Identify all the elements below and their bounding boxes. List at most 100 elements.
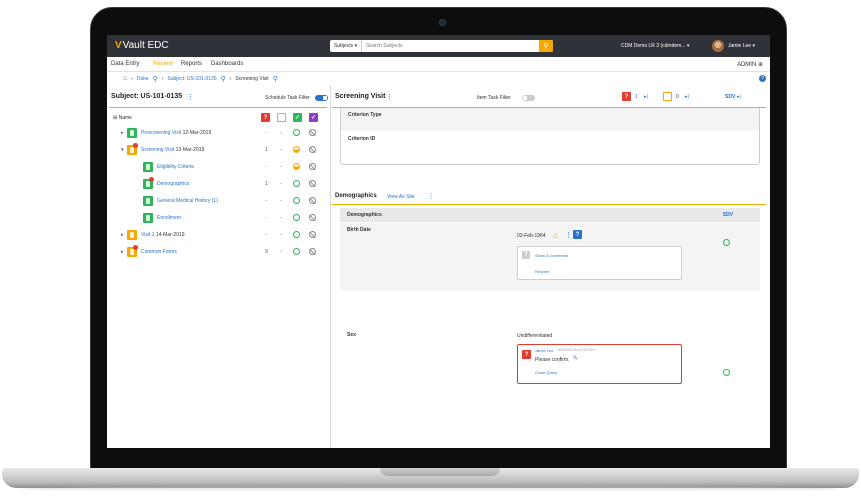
demographics-grid-header: Demographics SDV — [340, 208, 760, 222]
sex-value[interactable]: Undifferentiated — [517, 333, 552, 339]
not-applicable-icon — [309, 197, 316, 204]
chevron-right-icon[interactable]: ▸ — [121, 249, 124, 255]
search-icon[interactable]: ⚲ — [153, 75, 158, 83]
tree-row-label[interactable]: Visit 1 14-Mar-2019 — [141, 232, 185, 238]
tree-row-label[interactable]: General Medical History (1) — [157, 198, 218, 204]
query-icon[interactable]: ? — [261, 113, 270, 122]
breadcrumb-duke[interactable]: Duke — [137, 76, 149, 82]
query-icon[interactable]: ? — [622, 92, 631, 101]
home-icon[interactable]: ⌂ — [123, 75, 127, 82]
visit-title: Screening Visit — [335, 93, 386, 100]
search-input[interactable] — [362, 40, 539, 52]
chevron-right-icon[interactable]: ▸ — [121, 130, 124, 136]
search-icon[interactable]: ⚲ — [221, 75, 226, 83]
breadcrumb: ⌂ › Duke ⚲ › Subject: US-101-0135 ⚲ › Sc… — [107, 72, 770, 85]
schedule-task-filter-label: Schedule Task Filter — [265, 95, 310, 101]
comment-count: - — [280, 130, 282, 136]
search-scope-dropdown[interactable]: Subjects ▾ — [330, 40, 363, 52]
laptop-mockup: V Vault EDC Subjects ▾ ⚲ CDM Demo LR 3 (… — [0, 0, 861, 502]
query-count: - — [265, 215, 267, 221]
comment-thread: ? Show 3 comments Reopen — [517, 246, 682, 280]
comment-thread-icon: ? — [522, 251, 530, 259]
signature-check-icon[interactable]: ✓ — [309, 113, 318, 122]
next-comment-icon[interactable]: ▸| — [685, 94, 689, 100]
breadcrumb-subject[interactable]: Subject: US-101-0135 — [167, 76, 216, 82]
tree-row-label[interactable]: Common Forms — [141, 249, 177, 255]
tab-dashboards[interactable]: Dashboards — [211, 61, 243, 67]
birth-date-value[interactable]: 03-Feb-1964 — [517, 233, 546, 239]
sdv-status-icon — [293, 214, 300, 221]
top-bar: V Vault EDC Subjects ▾ ⚲ CDM Demo LR 3 (… — [107, 35, 770, 57]
comment-icon[interactable] — [663, 92, 672, 101]
tree-row-label[interactable]: Screening Visit 13-Mar-2019 — [141, 147, 204, 153]
tree-row-label[interactable]: Enrollment — [157, 215, 181, 221]
comment-count: - — [280, 215, 282, 221]
chevron-right-icon[interactable]: ▸ — [121, 232, 124, 238]
study-selector[interactable]: CDM Demo LR 3 (cdmdem... ▾ — [621, 43, 689, 49]
next-query-icon[interactable]: ▸| — [644, 94, 648, 100]
query-count: - — [265, 164, 267, 170]
user-menu[interactable]: Jamie Lee ▾ — [728, 43, 755, 49]
criterion-id-label: Criterion ID — [348, 136, 376, 142]
kebab-menu-icon[interactable]: ⋮ — [386, 93, 393, 101]
reopen-link[interactable]: Reopen — [535, 269, 549, 274]
tree-row-label[interactable]: Demographics — [157, 181, 189, 187]
edit-pencil-icon[interactable]: ✎ — [573, 355, 578, 362]
sdv-status-icon — [293, 231, 300, 238]
tree-row[interactable]: ▸ Common Forms 9 - — [107, 244, 331, 260]
search-icon[interactable]: ⚲ — [539, 40, 553, 52]
warning-icon[interactable]: △ — [553, 231, 558, 239]
item-task-filter-toggle[interactable] — [522, 95, 535, 101]
vault-logo[interactable]: V Vault EDC — [115, 40, 169, 51]
kebab-menu-icon[interactable]: ⋮ — [187, 93, 194, 101]
tree-row[interactable]: General Medical History (1) - - — [107, 193, 331, 209]
close-query-link[interactable]: Close Query — [535, 370, 557, 375]
show-comments-link[interactable]: Show 3 comments — [535, 253, 568, 258]
tree-row-label[interactable]: Prescreening Visit 12-Mar-2019 — [141, 130, 211, 136]
comment-count: - — [280, 249, 282, 255]
not-applicable-icon — [309, 146, 316, 153]
view-as-site-link[interactable]: View As Site — [387, 194, 415, 200]
not-applicable-icon — [309, 231, 316, 238]
search-icon[interactable]: ⚲ — [273, 75, 278, 83]
add-query-icon[interactable]: ? — [573, 230, 582, 239]
tree-row-label[interactable]: Eligibility Criteria — [157, 164, 194, 170]
criterion-type-label: Criterion Type — [348, 112, 382, 118]
item-task-filter-label: Item Task Filter — [477, 95, 511, 101]
app-screen: V Vault EDC Subjects ▾ ⚲ CDM Demo LR 3 (… — [107, 35, 770, 448]
tree-row[interactable]: ▾ Screening Visit 13-Mar-2019 1 - — [107, 142, 331, 158]
comment-count: - — [280, 198, 282, 204]
comment-count: 0 — [676, 94, 679, 100]
form-icon — [143, 196, 153, 206]
sdv-check-icon[interactable]: ✓ — [293, 113, 302, 122]
not-applicable-icon — [309, 214, 316, 221]
not-applicable-icon — [309, 180, 316, 187]
tree-row[interactable]: Enrollment - - — [107, 210, 331, 226]
kebab-menu-icon[interactable]: ⋮ — [565, 231, 572, 239]
avatar[interactable] — [712, 40, 724, 52]
grid-header-label: Demographics — [347, 212, 382, 218]
comment-icon[interactable] — [277, 113, 286, 122]
tab-reports[interactable]: Reports — [181, 61, 202, 67]
tab-review[interactable]: Review — [153, 61, 173, 67]
tree-row[interactable]: Eligibility Criteria - - — [107, 159, 331, 175]
kebab-menu-icon[interactable]: ⋮ — [428, 193, 434, 200]
admin-menu[interactable]: ADMIN ⊕ — [737, 61, 763, 68]
query-badge-icon — [133, 245, 138, 250]
search-box: Subjects ▾ ⚲ — [330, 40, 553, 52]
sdv-status-icon[interactable] — [723, 239, 730, 246]
query-text: Please confirm. — [535, 357, 570, 363]
schedule-task-filter-toggle[interactable] — [315, 95, 328, 101]
help-icon[interactable]: ? — [759, 75, 766, 82]
query-count: 1 — [265, 147, 268, 153]
next-sdv-icon[interactable]: ▸| — [737, 94, 741, 100]
name-column-header[interactable]: ⊞ Name — [113, 115, 132, 121]
tab-data-entry[interactable]: Data Entry — [111, 61, 139, 67]
tree-row[interactable]: ▸ Prescreening Visit 12-Mar-2019 - - — [107, 125, 331, 141]
tree-row[interactable]: Demographics 1 - — [107, 176, 331, 192]
query-count: - — [265, 198, 267, 204]
chevron-down-icon[interactable]: ▾ — [121, 147, 124, 153]
webcam — [439, 19, 446, 26]
sdv-status-icon[interactable] — [723, 369, 730, 376]
tree-row[interactable]: ▸ Visit 1 14-Mar-2019 - - — [107, 227, 331, 243]
